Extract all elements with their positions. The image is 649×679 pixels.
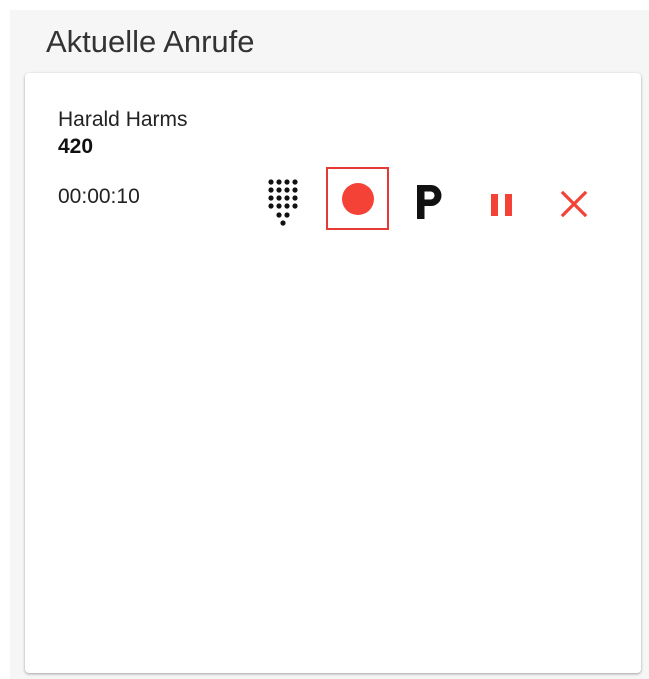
caller-name: Harald Harms xyxy=(58,108,188,131)
dialpad-icon xyxy=(268,179,298,226)
call-duration: 00:00:10 xyxy=(58,185,140,208)
panel-title: Aktuelle Anrufe xyxy=(46,24,255,59)
close-icon xyxy=(560,190,588,218)
caller-number: 420 xyxy=(58,135,94,158)
call-card: Harald Harms 420 00:00:10 xyxy=(25,73,641,673)
record-icon xyxy=(342,183,374,215)
pause-icon xyxy=(491,194,512,216)
park-button[interactable] xyxy=(407,173,453,229)
record-button[interactable] xyxy=(326,167,389,230)
hangup-button[interactable] xyxy=(553,177,597,227)
current-calls-panel: Aktuelle Anrufe Harald Harms 420 00:00:1… xyxy=(10,10,649,679)
dialpad-button[interactable] xyxy=(261,173,313,233)
park-icon xyxy=(417,185,442,219)
hold-button[interactable] xyxy=(481,177,525,227)
